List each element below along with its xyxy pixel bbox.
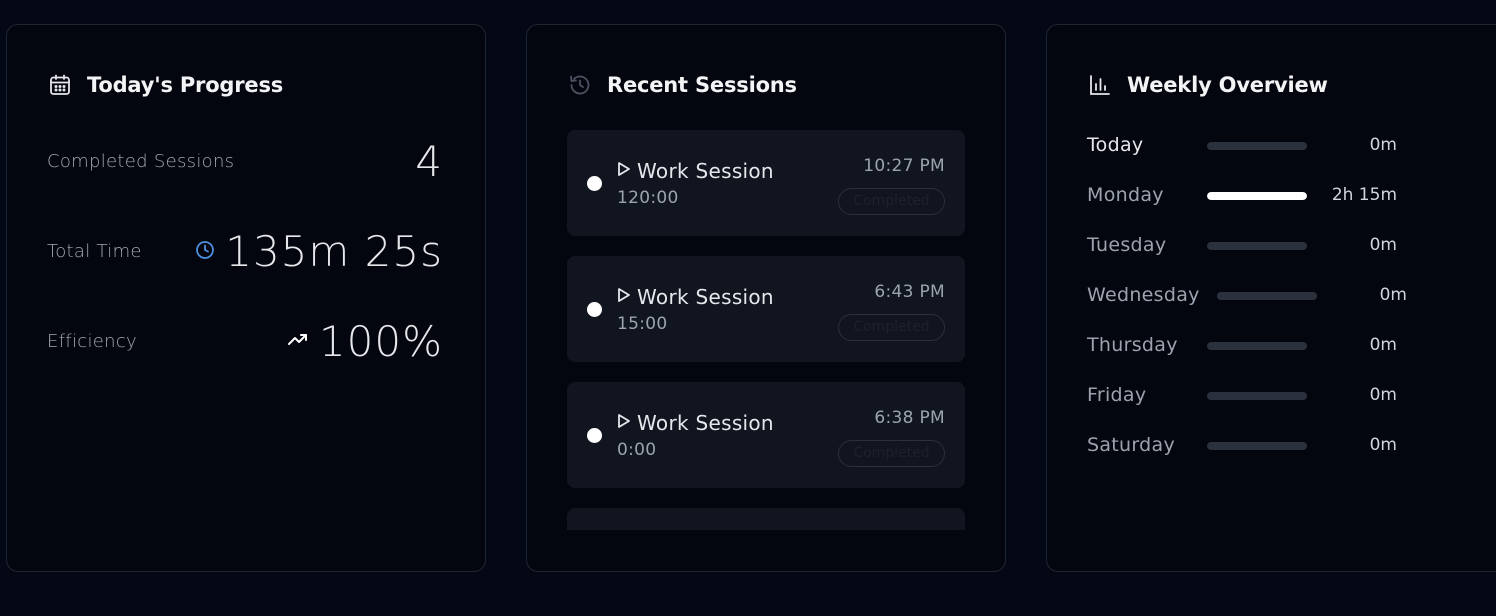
todays-progress-title: Today's Progress [87,73,284,97]
weekly-row-saturday: Saturday 0m [1087,432,1427,462]
session-status-dot [587,302,602,317]
weekly-row-monday: Monday 2h 15m [1087,182,1427,212]
weekly-progress-bar [1217,292,1317,300]
weekly-day-label: Thursday [1087,334,1178,356]
session-duration: 15:00 [617,314,668,334]
weekly-progress-bar [1207,442,1307,450]
total-time-row: Total Time 135m 25s [47,227,443,276]
weekly-day-label: Saturday [1087,434,1176,456]
session-name: Work Session [637,411,774,435]
trending-up-icon [287,329,309,355]
session-status-badge: Completed [838,314,945,341]
completed-sessions-row: Completed Sessions 4 [47,137,443,186]
todays-progress-card: Today's Progress Completed Sessions 4 To… [6,24,486,572]
play-icon [617,287,631,307]
completed-sessions-label: Completed Sessions [47,151,235,172]
weekly-overview-title: Weekly Overview [1127,73,1328,97]
weekly-day-label: Tuesday [1087,234,1167,256]
weekly-day-label: Monday [1087,184,1164,206]
session-name: Work Session [637,285,774,309]
weekly-day-value: 2h 15m [1331,185,1397,205]
weekly-row-today: Today 0m [1087,132,1427,162]
weekly-row-tuesday: Tuesday 0m [1087,232,1427,262]
session-status-badge: Completed [838,440,945,467]
bar-chart-icon [1087,72,1113,98]
clock-icon [195,240,215,264]
session-item[interactable]: Work Session 15:00 6:43 PM Completed [567,256,965,362]
weekly-progress-fill [1207,192,1307,200]
weekly-day-value: 0m [1369,335,1397,355]
weekly-day-value: 0m [1369,135,1397,155]
session-status-dot [587,428,602,443]
session-time: 10:27 PM [863,156,945,176]
weekly-progress-bar [1207,192,1307,200]
session-status-badge: Completed [838,188,945,215]
efficiency-value: 100% [318,317,443,366]
weekly-day-value: 0m [1369,435,1397,455]
recent-sessions-card: Recent Sessions Work Session 120:00 10:2… [526,24,1006,572]
session-item-partial[interactable] [567,508,965,530]
weekly-day-label: Today [1087,134,1144,156]
completed-sessions-value: 4 [415,137,443,186]
weekly-row-friday: Friday 0m [1087,382,1427,412]
weekly-overview-card: Weekly Overview Today 0m Monday 2h 15m Tuesd… [1046,24,1496,572]
efficiency-label: Efficiency [47,331,137,352]
weekly-row-wednesday: Wednesday 0m [1087,282,1427,312]
play-icon [617,413,631,433]
weekly-day-value: 0m [1379,285,1407,305]
weekly-day-value: 0m [1369,235,1397,255]
session-time: 6:38 PM [874,408,945,428]
todays-progress-header: Today's Progress [47,70,283,100]
session-duration: 0:00 [617,440,657,460]
weekly-row-thursday: Thursday 0m [1087,332,1427,362]
session-duration: 120:00 [617,188,679,208]
weekly-overview-header: Weekly Overview [1087,70,1328,100]
weekly-progress-bar [1207,342,1307,350]
session-item[interactable]: Work Session 0:00 6:38 PM Completed [567,382,965,488]
session-name: Work Session [637,159,774,183]
recent-sessions-header: Recent Sessions [567,70,797,100]
session-status-dot [587,176,602,191]
history-icon [567,72,593,98]
sessions-list[interactable]: Work Session 120:00 10:27 PM Completed W… [567,130,965,530]
weekly-day-label: Friday [1087,384,1147,406]
weekly-progress-bar [1207,242,1307,250]
total-time-label: Total Time [47,241,142,262]
weekly-progress-bar [1207,142,1307,150]
calendar-icon [47,72,73,98]
weekly-progress-bar [1207,392,1307,400]
weekly-day-value: 0m [1369,385,1397,405]
play-icon [617,161,631,181]
session-item[interactable]: Work Session 120:00 10:27 PM Completed [567,130,965,236]
total-time-value: 135m 25s [225,227,443,276]
recent-sessions-title: Recent Sessions [607,73,797,97]
session-time: 6:43 PM [874,282,945,302]
weekly-day-label: Wednesday [1087,284,1200,306]
efficiency-row: Efficiency 100% [47,317,443,366]
